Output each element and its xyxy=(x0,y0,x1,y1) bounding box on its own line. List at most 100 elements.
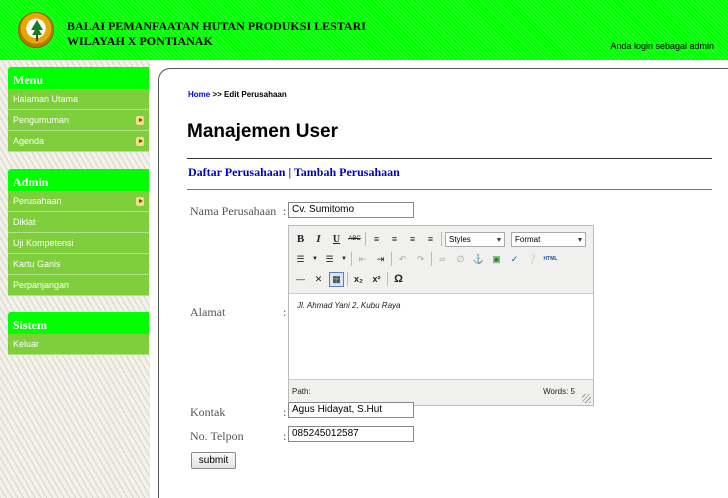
divider xyxy=(187,158,712,159)
nama-perusahaan-field[interactable]: Cv. Sumitomo xyxy=(288,202,414,218)
breadcrumb-home-link[interactable]: Home xyxy=(188,90,210,99)
image-icon[interactable]: ▣ xyxy=(489,252,504,267)
breadcrumb-separator: >> xyxy=(212,90,222,99)
help-icon[interactable]: ❔ xyxy=(525,252,540,267)
undo-icon[interactable]: ↶ xyxy=(395,252,410,267)
sidebar-item-pengumuman[interactable]: Pengumuman xyxy=(8,110,149,131)
chevron-down-icon[interactable]: ▼ xyxy=(311,252,319,267)
indent-icon[interactable]: ⇥ xyxy=(373,252,388,267)
toolbar-separator xyxy=(391,252,392,266)
menu-group-title: Sistem xyxy=(8,312,149,334)
sidebar-item-kartu-ganis[interactable]: Kartu Ganis xyxy=(8,254,149,275)
bullet-list-icon[interactable]: ☰ xyxy=(293,252,308,267)
superscript-icon[interactable]: x² xyxy=(369,272,384,287)
field-colon: : xyxy=(283,305,287,319)
strikethrough-icon[interactable]: ABC xyxy=(347,232,362,247)
format-select-label: Format xyxy=(515,234,541,244)
chevron-down-icon[interactable]: ▼ xyxy=(340,252,348,267)
menu-group-title: Admin xyxy=(8,169,149,191)
login-status: Anda login sebagai admin xyxy=(610,41,714,51)
sidebar-item-label: Halaman Utama xyxy=(13,94,79,104)
align-right-icon[interactable]: ≡ xyxy=(405,232,420,247)
sidebar-item-label: Kartu Ganis xyxy=(13,259,61,269)
editor-toolbar-row-3: — ✕ ▦ x₂ x² Ω xyxy=(293,270,409,288)
alamat-editor-content[interactable]: Jl. Ahmad Yani 2, Kubu Raya xyxy=(289,293,593,380)
divider xyxy=(187,189,712,190)
editor-path-label: Path: xyxy=(292,387,311,396)
horizontal-rule-icon[interactable]: — xyxy=(293,272,308,287)
breadcrumb: Home >> Edit Perusahaan xyxy=(188,90,287,99)
unlink-icon[interactable]: ∅ xyxy=(453,252,468,267)
link-icon[interactable]: ∞ xyxy=(435,252,450,267)
toolbar-separator xyxy=(387,272,388,286)
menu-group-title: Menu xyxy=(8,67,149,89)
subnav: Daftar Perusahaan | Tambah Perusahaan xyxy=(188,165,400,180)
editor-toolbar-row-2: ☰ ▼ ☰ ▼ ⇤ ⇥ ↶ ↷ ∞ ∅ ⚓ ▣ ✓ ❔ HTML xyxy=(293,250,561,268)
site-title-line2: WILAYAH X PONTIANAK xyxy=(67,34,213,48)
site-title: BALAI PEMANFAATAN HUTAN PRODUKSI LESTARI… xyxy=(67,19,366,49)
sidebar-item-diklat[interactable]: Diklat xyxy=(8,212,149,233)
special-char-icon[interactable]: Ω xyxy=(391,272,406,287)
html-icon[interactable]: HTML xyxy=(543,252,558,267)
chevron-right-icon xyxy=(136,116,144,125)
visual-aid-icon[interactable]: ▦ xyxy=(329,271,344,287)
sidebar-item-label: Keluar xyxy=(13,339,40,349)
align-center-icon[interactable]: ≡ xyxy=(387,232,402,247)
sidebar-item-label: Pengumuman xyxy=(13,115,70,125)
main-content: Home >> Edit Perusahaan Manajemen User D… xyxy=(158,68,728,498)
chevron-down-icon xyxy=(497,237,501,242)
kontak-field[interactable]: Agus Hidayat, S.Hut xyxy=(288,402,414,418)
field-colon: : xyxy=(283,204,287,218)
field-colon: : xyxy=(283,429,287,443)
editor-word-count: Words: 5 xyxy=(543,387,575,396)
redo-icon[interactable]: ↷ xyxy=(413,252,428,267)
nama-perusahaan-label: Nama Perusahaan xyxy=(190,204,277,218)
format-select[interactable]: Format xyxy=(511,231,586,247)
telpon-label: No. Telpon xyxy=(190,429,244,443)
toolbar-separator xyxy=(365,232,366,246)
chevron-right-icon xyxy=(136,197,144,206)
sidebar-item-label: Uji Kompetensi xyxy=(13,238,74,248)
sidebar-item-label: Perpanjangan xyxy=(13,280,70,290)
alamat-label: Alamat xyxy=(190,305,226,319)
underline-icon[interactable]: U xyxy=(329,232,344,247)
toolbar-separator xyxy=(347,272,348,286)
styles-select-label: Styles xyxy=(449,234,471,244)
sidebar-item-perpanjangan[interactable]: Perpanjangan xyxy=(8,275,149,296)
logo-icon xyxy=(18,12,54,48)
italic-icon[interactable]: I xyxy=(311,232,326,247)
sidebar-item-uji-kompetensi[interactable]: Uji Kompetensi xyxy=(8,233,149,254)
toolbar-separator xyxy=(351,252,352,266)
daftar-perusahaan-link[interactable]: Daftar Perusahaan xyxy=(188,165,285,179)
site-title-line1: BALAI PEMANFAATAN HUTAN PRODUKSI LESTARI xyxy=(67,19,366,33)
rich-text-editor: B I U ABC ≡ ≡ ≡ ≡ Styles Format ☰ ▼ ☰ ▼ … xyxy=(288,225,594,406)
editor-toolbar-row-1: B I U ABC ≡ ≡ ≡ ≡ Styles Format xyxy=(293,230,592,248)
sidebar-item-label: Diklat xyxy=(13,217,36,227)
sidebar-item-halaman-utama[interactable]: Halaman Utama xyxy=(8,89,149,110)
cleanup-icon[interactable]: ✓ xyxy=(507,252,522,267)
remove-format-icon[interactable]: ✕ xyxy=(311,272,326,287)
subscript-icon[interactable]: x₂ xyxy=(351,272,366,287)
submit-button[interactable]: submit xyxy=(191,452,236,469)
numbered-list-icon[interactable]: ☰ xyxy=(322,252,337,267)
resize-grip-icon[interactable] xyxy=(582,394,591,403)
outdent-icon[interactable]: ⇤ xyxy=(355,252,370,267)
chevron-right-icon xyxy=(136,137,144,146)
sidebar-item-keluar[interactable]: Keluar xyxy=(8,334,149,355)
field-colon: : xyxy=(283,405,287,419)
sidebar-item-label: Perusahaan xyxy=(13,196,62,206)
sidebar-item-label: Agenda xyxy=(13,136,45,146)
telpon-field[interactable]: 085245012587 xyxy=(288,426,414,442)
subnav-separator: | xyxy=(288,165,292,179)
styles-select[interactable]: Styles xyxy=(445,231,505,247)
sidebar: Menu Halaman Utama Pengumuman Agenda Adm… xyxy=(0,60,150,498)
sidebar-item-perusahaan[interactable]: Perusahaan xyxy=(8,191,149,212)
chevron-down-icon xyxy=(578,237,582,242)
anchor-icon[interactable]: ⚓ xyxy=(471,252,486,267)
menu-group-menu: Menu Halaman Utama Pengumuman Agenda xyxy=(8,67,149,152)
sidebar-item-agenda[interactable]: Agenda xyxy=(8,131,149,152)
bold-icon[interactable]: B xyxy=(293,232,308,247)
align-left-icon[interactable]: ≡ xyxy=(369,232,384,247)
align-justify-icon[interactable]: ≡ xyxy=(423,232,438,247)
tambah-perusahaan-link[interactable]: Tambah Perusahaan xyxy=(294,165,400,179)
